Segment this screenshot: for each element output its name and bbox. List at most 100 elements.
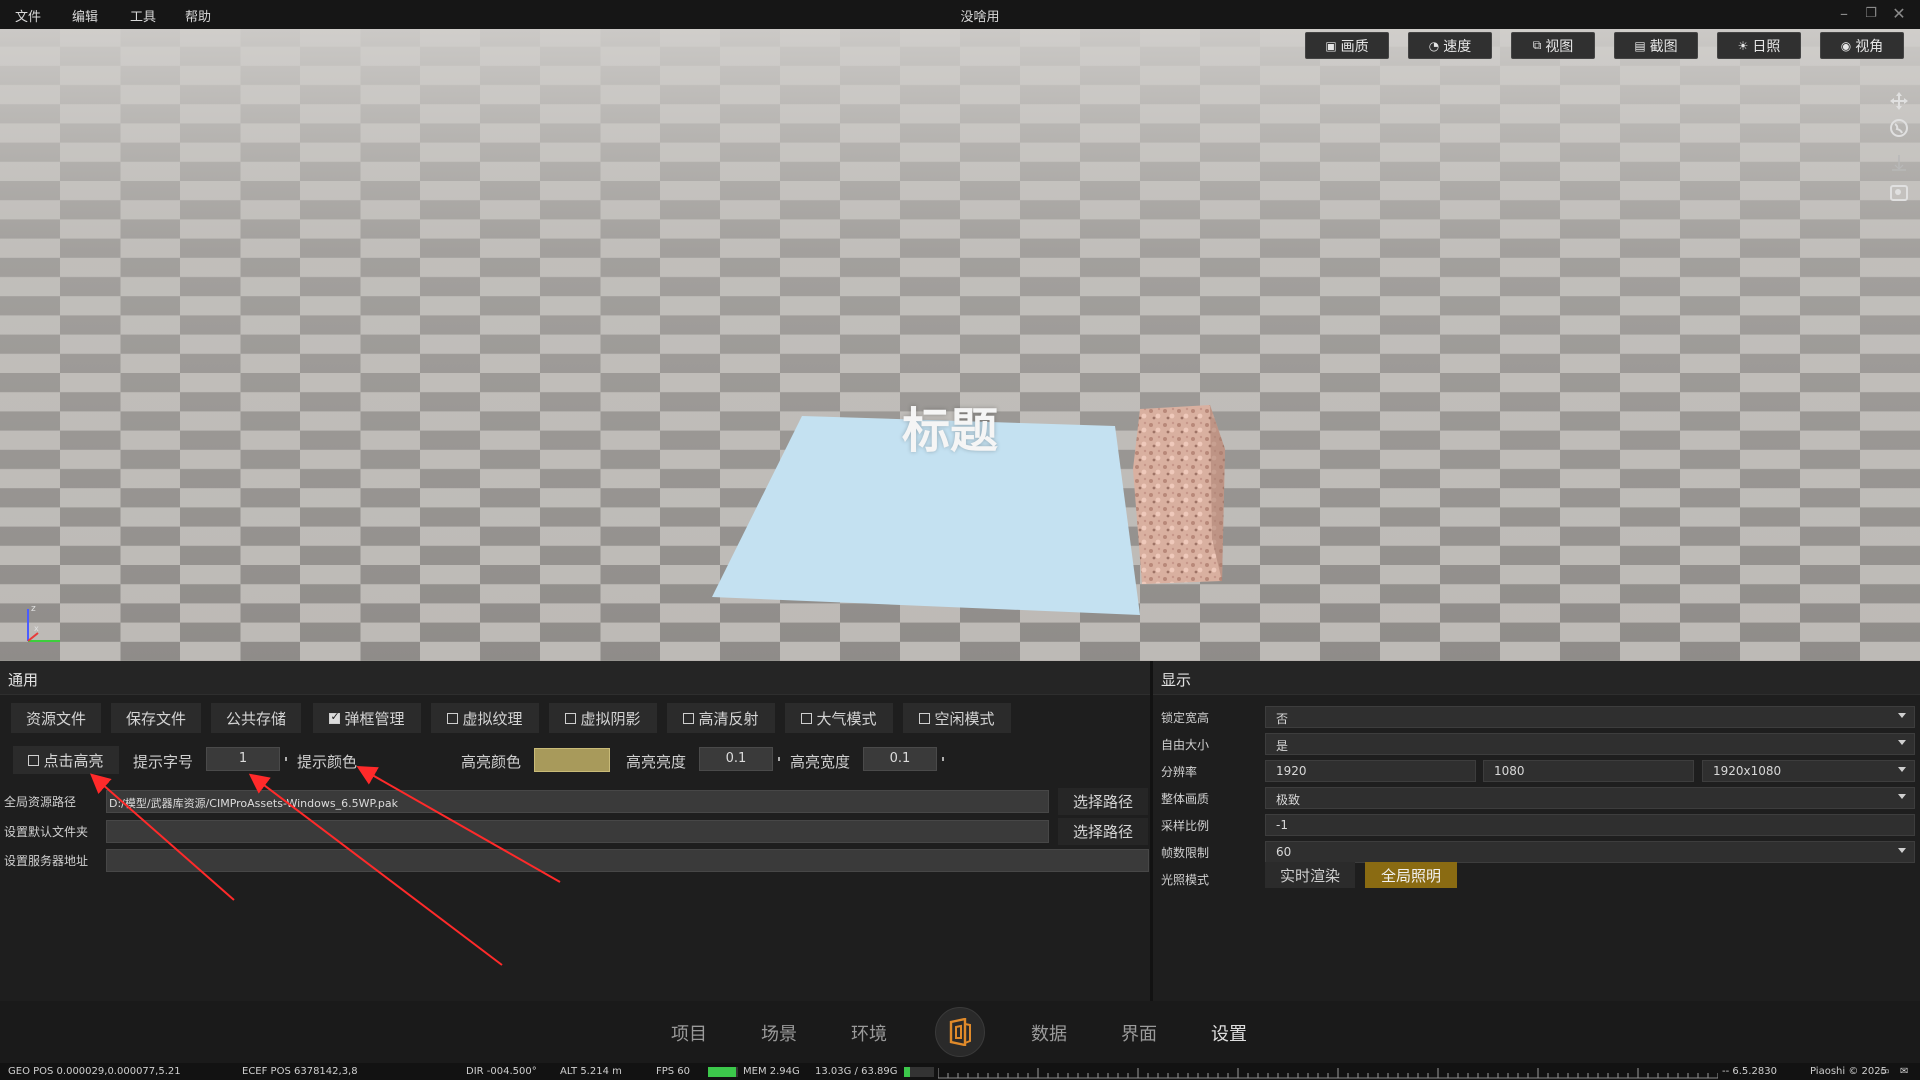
overall-quality-select[interactable]: 极致 <box>1265 787 1915 809</box>
3d-viewport[interactable]: 标题 ▣ 画质 ◔ 速度 ⧉ 视图 ▤ 截图 ☀ 日照 ◉ 视角 z x <box>0 29 1920 661</box>
overall-quality-value: 极致 <box>1276 793 1301 807</box>
alt-readout: ALT 5.214 m <box>560 1066 622 1077</box>
chevron-down-icon <box>1898 794 1906 799</box>
choose-path-button[interactable]: 选择路径 <box>1058 788 1148 815</box>
menu-edit[interactable]: 编辑 <box>72 6 98 25</box>
lock-aspect-value: 否 <box>1276 712 1289 726</box>
view-button[interactable]: ⧉ 视图 <box>1511 32 1595 59</box>
minimize-icon[interactable]: – <box>1833 2 1855 26</box>
spin-handle-icon[interactable] <box>285 757 287 761</box>
nav-settings[interactable]: 设置 <box>1211 1020 1247 1046</box>
globe-tool-icon[interactable] <box>1886 115 1912 141</box>
quality-button[interactable]: ▣ 画质 <box>1305 32 1389 59</box>
nav-scene[interactable]: 场景 <box>761 1020 797 1046</box>
display-panel: 显示 锁定宽高 否 自由大小 是 分辨率 1920 1080 1920x1080… <box>1153 661 1920 1001</box>
tab-label: 空闲模式 <box>934 709 995 728</box>
tab-public-storage[interactable]: 公共存储 <box>211 703 301 733</box>
lighting-mode-label: 光照模式 <box>1161 873 1210 887</box>
tab-resource-file[interactable]: 资源文件 <box>11 703 101 733</box>
speed-label: 速度 <box>1443 38 1472 55</box>
click-highlight-checkbox[interactable]: 点击高亮 <box>13 746 119 774</box>
nav-interface[interactable]: 界面 <box>1121 1020 1157 1046</box>
lock-aspect-select[interactable]: 否 <box>1265 706 1915 728</box>
global-path-input[interactable]: D:/模型/武器库资源/CIMProAssets-Windows_6.5WP.p… <box>106 790 1049 813</box>
nav-environment[interactable]: 环境 <box>851 1020 887 1046</box>
svg-text:z: z <box>31 604 36 614</box>
camera-icon: ⧉ <box>1532 38 1542 52</box>
restore-icon[interactable]: ❐ <box>1860 2 1882 26</box>
sunlight-label: 日照 <box>1752 38 1781 55</box>
tab-label: 虚拟纹理 <box>462 709 523 728</box>
chevron-down-icon <box>1898 713 1906 718</box>
sampling-label: 采样比例 <box>1161 819 1210 833</box>
geo-pos-readout: GEO POS 0.000029,0.000077,5.21 <box>8 1066 181 1077</box>
sampling-input[interactable]: -1 <box>1265 814 1915 836</box>
hint-font-input[interactable]: 1 <box>206 747 280 771</box>
tab-virtual-shadow[interactable]: 虚拟阴影 <box>549 703 657 733</box>
choose-folder-button[interactable]: 选择路径 <box>1058 818 1148 845</box>
location-tool-icon[interactable] <box>1886 180 1912 206</box>
spin-handle-icon[interactable] <box>942 757 944 761</box>
screenshot-button[interactable]: ▤ 截图 <box>1614 32 1698 59</box>
close-icon[interactable]: ✕ <box>1888 2 1910 26</box>
tab-label: 虚拟阴影 <box>580 709 641 728</box>
highlight-brightness-input[interactable]: 0.1 <box>699 747 773 771</box>
window-title: 没啥用 <box>960 10 1000 25</box>
eye-icon: ◉ <box>1840 38 1852 53</box>
screen-icon[interactable]: ▭ <box>1880 1066 1889 1077</box>
fps-limit-label: 帧数限制 <box>1161 846 1210 860</box>
bottom-nav: 项目 场景 环境 数据 界面 设置 <box>0 1001 1920 1063</box>
server-address-input[interactable] <box>106 849 1149 872</box>
tab-virtual-texture[interactable]: 虚拟纹理 <box>431 703 539 733</box>
menu-tools[interactable]: 工具 <box>130 6 156 25</box>
measure-tool-icon[interactable] <box>1886 150 1912 176</box>
hint-color-label[interactable]: 提示颜色 <box>297 747 357 775</box>
timeline-ruler[interactable] <box>938 1065 1718 1079</box>
checkbox-icon <box>919 712 931 724</box>
resolution-preset-select[interactable]: 1920x1080 <box>1702 760 1915 782</box>
screenshot-label: 截图 <box>1649 38 1678 55</box>
checkbox-icon <box>801 712 813 724</box>
general-panel: 通用 资源文件 保存文件 公共存储 弹框管理 虚拟纹理 虚拟阴影 高清反射 大气… <box>0 661 1150 1001</box>
nav-home-button[interactable] <box>935 1007 985 1057</box>
sunlight-button[interactable]: ☀ 日照 <box>1717 32 1801 59</box>
tab-popup-manage[interactable]: 弹框管理 <box>313 703 421 733</box>
highlight-width-input[interactable]: 0.1 <box>863 747 937 771</box>
tab-hd-reflection[interactable]: 高清反射 <box>667 703 775 733</box>
highlight-color-swatch[interactable] <box>534 748 610 772</box>
nav-project[interactable]: 项目 <box>671 1020 707 1046</box>
speed-button[interactable]: ◔ 速度 <box>1408 32 1492 59</box>
tab-label: 高清反射 <box>698 709 759 728</box>
menu-file[interactable]: 文件 <box>15 6 41 25</box>
title-bar: 文件 编辑 工具 帮助 没啥用 – ❐ ✕ <box>0 0 1920 29</box>
spin-handle-icon[interactable] <box>778 757 780 761</box>
checkbox-icon <box>565 712 577 724</box>
mail-icon[interactable]: ✉ <box>1900 1066 1908 1077</box>
tab-save-file[interactable]: 保存文件 <box>111 703 201 733</box>
resolution-height-input[interactable]: 1080 <box>1483 760 1694 782</box>
chevron-down-icon <box>1898 740 1906 745</box>
menu-help[interactable]: 帮助 <box>185 6 211 25</box>
move-tool-icon[interactable] <box>1886 88 1912 114</box>
building-icon <box>949 1018 971 1046</box>
display-panel-header: 显示 <box>1153 661 1920 695</box>
free-size-select[interactable]: 是 <box>1265 733 1915 755</box>
sun-icon: ☀ <box>1737 38 1749 53</box>
nav-data[interactable]: 数据 <box>1031 1020 1067 1046</box>
global-illumination-button[interactable]: 全局照明 <box>1365 862 1457 888</box>
fps-readout: FPS 60 <box>656 1066 691 1077</box>
checkbox-icon <box>329 710 341 724</box>
tab-label: 保存文件 <box>125 709 186 728</box>
realtime-render-button[interactable]: 实时渲染 <box>1265 862 1355 888</box>
tab-atmosphere-mode[interactable]: 大气模式 <box>785 703 893 733</box>
tab-idle-mode[interactable]: 空闲模式 <box>903 703 1011 733</box>
viewangle-button[interactable]: ◉ 视角 <box>1820 32 1904 59</box>
default-folder-input[interactable] <box>106 820 1049 843</box>
highlight-width-label: 高亮宽度 <box>790 752 851 771</box>
resolution-preset-value: 1920x1080 <box>1713 764 1782 778</box>
fps-limit-select[interactable]: 60 <box>1265 841 1915 863</box>
resolution-width-input[interactable]: 1920 <box>1265 760 1476 782</box>
checkbox-icon <box>683 712 695 724</box>
checkbox-icon <box>28 754 40 766</box>
click-highlight-label: 点击高亮 <box>43 751 104 770</box>
